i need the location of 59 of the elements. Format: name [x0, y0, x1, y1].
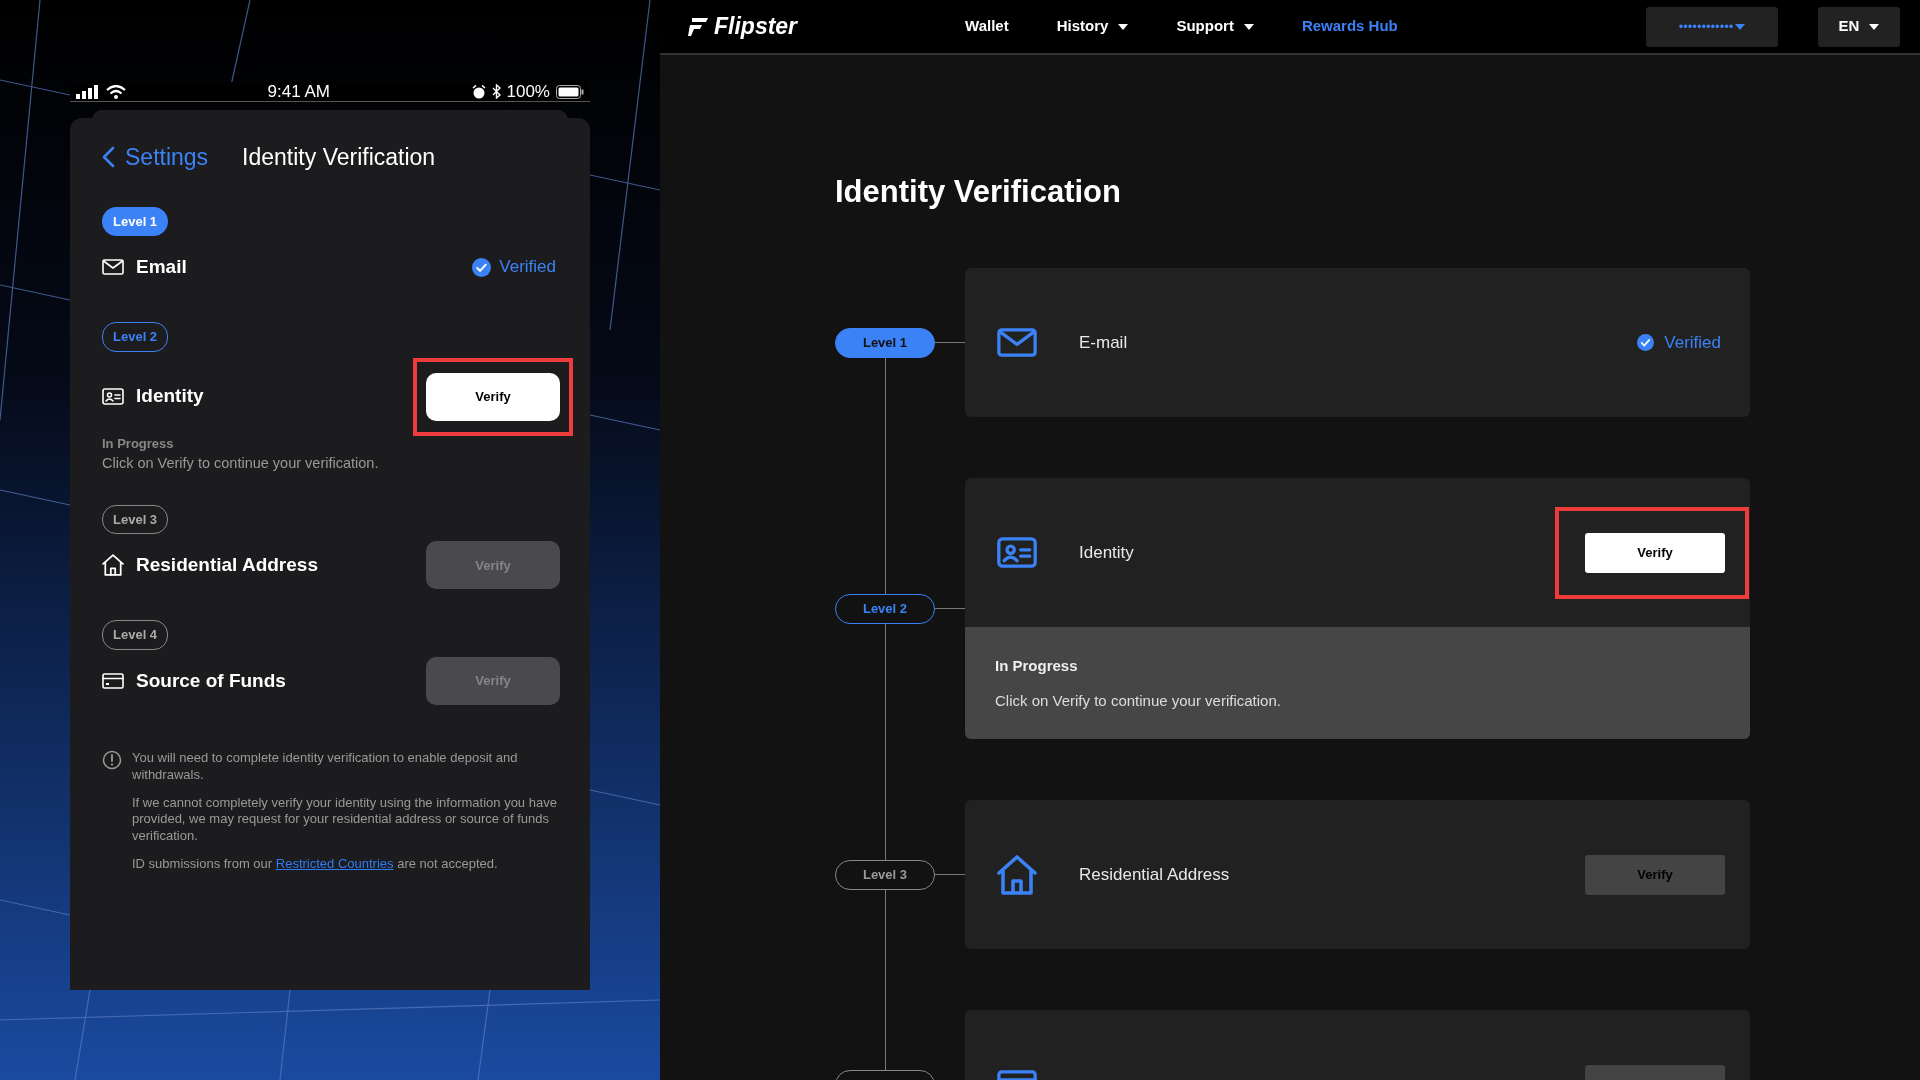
notice-text: If we cannot completely verify your identity using the information you have provided, we may request for your residential address or source of funds verification. — [132, 794, 558, 846]
status-label: In Progress — [102, 434, 175, 453]
nav-link[interactable]: History — [1056, 15, 1129, 38]
caret-icon — [1243, 23, 1254, 30]
level-badge: Level 3 — [102, 504, 169, 535]
back-button[interactable]: Settings — [102, 140, 209, 175]
verify-button[interactable]: Verify — [426, 372, 560, 421]
status-message: Click on Verify to continue your verification. — [102, 454, 380, 473]
notice-text: You will need to complete identity verification to enable deposit and withdrawals. — [132, 749, 519, 784]
step-title: Identity — [1079, 541, 1135, 564]
nav-link[interactable]: Wallet — [965, 15, 1009, 38]
caret-icon — [1118, 23, 1129, 30]
account-dropdown[interactable]: •••••••••••• — [1646, 6, 1778, 47]
alarm-icon — [471, 84, 486, 99]
level-badge: Level 1 — [835, 327, 935, 358]
id-card-icon — [997, 537, 1037, 569]
house-icon — [997, 854, 1037, 895]
level-badge: Level 2 — [102, 322, 169, 352]
status-label: In Progress — [995, 656, 1079, 677]
signal-icon — [76, 84, 100, 99]
bluetooth-icon — [491, 84, 501, 99]
nav-link[interactable]: Support — [1176, 15, 1254, 38]
back-icon — [102, 146, 115, 169]
caret-icon — [1735, 23, 1746, 30]
screen-title: Identity Verification — [242, 143, 436, 172]
level-title: Email — [136, 254, 188, 279]
notice-text: ID submissions from our Restricted Countries are not accepted. — [132, 856, 499, 874]
verify-button[interactable]: Verify — [1585, 532, 1725, 573]
level-title: Identity — [136, 384, 205, 409]
battery-icon — [556, 84, 584, 99]
status-message: Click on Verify to continue your verification. — [995, 690, 1282, 711]
house-icon — [102, 554, 124, 577]
level-title: Residential Address — [136, 553, 319, 577]
language-dropdown[interactable]: EN — [1818, 6, 1900, 47]
brand-name[interactable]: Flipster — [714, 9, 798, 44]
verified-status: Verified — [1664, 331, 1721, 354]
status-time: 9:41 AM — [267, 80, 330, 103]
id-card-icon — [102, 388, 124, 405]
card-icon — [102, 672, 124, 689]
check-icon — [1637, 334, 1655, 352]
nav-link[interactable]: Rewards Hub — [1301, 15, 1398, 38]
level-badge: Level 1 — [102, 206, 169, 236]
battery-percent: 100% — [506, 80, 550, 103]
logo-icon — [688, 16, 708, 37]
verified-status: Verified — [499, 256, 556, 279]
level-title: Source of Funds — [136, 668, 287, 693]
info-icon — [102, 749, 122, 770]
level-badge: Level 3 — [835, 859, 935, 890]
check-icon — [472, 257, 492, 277]
level-badge: Level 4 — [102, 620, 169, 650]
level-badge: Level 2 — [835, 593, 935, 624]
envelope-icon — [997, 328, 1037, 358]
page-title: Identity Verification — [835, 173, 1122, 211]
step-title: Residential Address — [1079, 863, 1231, 886]
caret-icon — [1869, 23, 1880, 30]
wifi-icon — [106, 84, 126, 99]
step-title: E-mail — [1079, 331, 1129, 354]
restricted-link[interactable]: Restricted Countries — [275, 856, 394, 872]
envelope-icon — [102, 259, 124, 275]
